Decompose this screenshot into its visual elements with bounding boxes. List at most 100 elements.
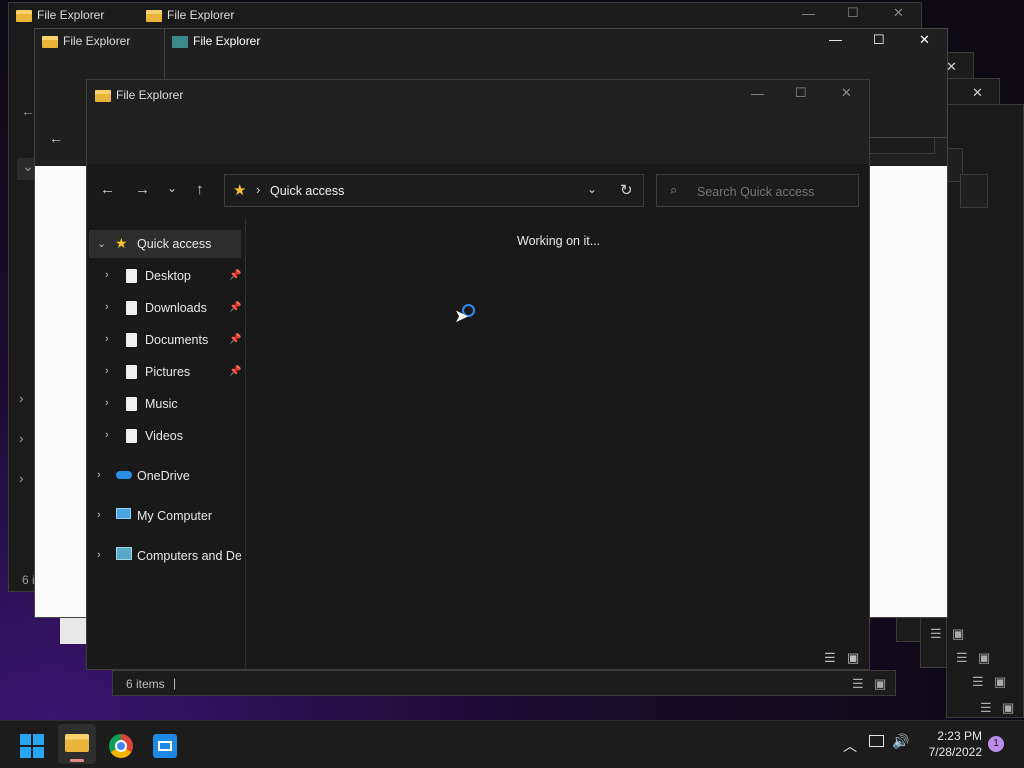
tiles-view-icon[interactable]: ▣	[994, 674, 1006, 690]
tiles-view-icon[interactable]: ▣	[874, 676, 886, 692]
sidebar-item-videos[interactable]: › Videos	[89, 422, 241, 450]
chevron-right-icon[interactable]: ›	[105, 397, 109, 409]
star-icon: ★	[115, 235, 128, 251]
volume-icon[interactable]: 🔊	[892, 733, 909, 750]
app-icon	[172, 35, 188, 48]
chevron-right-icon[interactable]: ›	[105, 429, 109, 441]
chevron-right-icon[interactable]: ›	[19, 430, 24, 446]
sidebar-item-desktop[interactable]: › Desktop 📌	[89, 262, 241, 290]
folder-icon	[65, 734, 89, 752]
tiles-view-icon[interactable]: ▣	[1002, 700, 1014, 716]
back-arrow-icon[interactable]: ←	[21, 103, 35, 119]
file-icon	[126, 333, 137, 347]
network-computers-icon	[116, 547, 132, 560]
sidebar-item-label: My Computer	[137, 509, 213, 523]
address-bar[interactable]: ★ › Quick access ⌄ ↻	[224, 174, 644, 207]
start-button[interactable]	[20, 734, 44, 758]
navigation-pane: ⌄ ★ Quick access › Desktop 📌 › Downloads…	[87, 218, 246, 669]
details-view-icon[interactable]: ☰	[980, 700, 992, 716]
cloud-icon	[116, 471, 132, 479]
search-input[interactable]	[695, 182, 854, 202]
close-icon[interactable]: ✕	[841, 85, 852, 101]
computer-icon	[116, 508, 131, 519]
sidebar-item-label: Computers and Dev	[137, 549, 241, 563]
maximize-icon[interactable]: ☐	[847, 5, 859, 21]
chevron-right-icon[interactable]: ›	[105, 365, 109, 377]
sidebar-item-downloads[interactable]: › Downloads 📌	[89, 294, 241, 322]
clock[interactable]: 2:23 PM 7/28/2022	[918, 728, 982, 760]
sidebar-item-computers-and-devices[interactable]: › Computers and Dev	[89, 542, 241, 570]
chevron-right-icon[interactable]: ›	[105, 269, 109, 281]
loading-status-text: Working on it...	[517, 234, 601, 248]
details-view-icon[interactable]: ☰	[972, 674, 984, 690]
chevron-right-icon[interactable]: ›	[105, 333, 109, 345]
sidebar-item-onedrive[interactable]: › OneDrive	[89, 462, 241, 490]
taskbar-file-explorer-button[interactable]	[58, 724, 96, 764]
breadcrumb-separator: ›	[256, 182, 261, 197]
window-title: File Explorer	[42, 34, 130, 48]
sidebar-item-pictures[interactable]: › Pictures 📌	[89, 358, 241, 386]
file-icon	[126, 397, 137, 411]
file-icon	[126, 365, 137, 379]
search-icon: ⌕	[670, 182, 678, 197]
notification-badge[interactable]: 1	[988, 736, 1004, 752]
sidebar-item-music[interactable]: › Music	[89, 390, 241, 418]
details-view-icon[interactable]: ☰	[930, 626, 942, 642]
chevron-right-icon[interactable]: ›	[97, 509, 101, 521]
maximize-icon[interactable]: ☐	[873, 32, 885, 48]
pin-icon: 📌	[229, 334, 242, 345]
network-icon[interactable]	[869, 735, 884, 747]
sidebar-item-label: Documents	[145, 333, 209, 347]
up-icon[interactable]: ↑	[196, 182, 204, 198]
title-bar: File Explorer — ☐ ✕	[87, 80, 869, 164]
background-view-toggles: ☰ ▣ ☰ ▣ ☰ ▣ ☰ ▣ ☰ ▣	[852, 624, 1024, 718]
search-box[interactable]	[960, 174, 988, 208]
chevron-right-icon[interactable]: ›	[97, 469, 101, 481]
tiles-view-icon[interactable]: ▣	[978, 650, 990, 666]
recent-locations-chevron-icon[interactable]: ⌄	[167, 180, 177, 196]
back-arrow-icon[interactable]: ←	[49, 130, 63, 146]
chevron-right-icon[interactable]: ›	[105, 301, 109, 313]
close-icon[interactable]: ✕	[893, 5, 904, 21]
window-title: File Explorer	[146, 8, 234, 22]
chevron-right-icon[interactable]: ›	[19, 390, 24, 406]
file-explorer-window[interactable]: File Explorer — ☐ ✕ ← → ⌄ ↑ ★ › Quick ac…	[86, 79, 870, 670]
sidebar-item-my-computer[interactable]: › My Computer	[89, 502, 241, 530]
breadcrumb-location[interactable]: Quick access	[270, 184, 344, 198]
close-icon[interactable]: ✕	[972, 85, 983, 101]
show-hidden-icons-chevron-icon[interactable]: ︿	[843, 736, 857, 756]
chevron-right-icon[interactable]: ›	[97, 549, 101, 561]
content-area[interactable]: Working on it... ➤	[246, 218, 868, 669]
details-view-icon[interactable]: ☰	[852, 676, 864, 692]
store-app-icon[interactable]	[153, 734, 177, 758]
tiles-view-icon[interactable]: ▣	[847, 650, 859, 666]
folder-icon	[146, 9, 162, 22]
folder-icon	[95, 89, 111, 102]
sidebar-item-label: Pictures	[145, 365, 191, 379]
address-dropdown-icon[interactable]: ⌄	[587, 182, 597, 196]
close-icon[interactable]: ✕	[919, 32, 930, 48]
chrome-icon[interactable]	[109, 734, 133, 758]
minimize-icon[interactable]: —	[829, 32, 842, 47]
sidebar-item-documents[interactable]: › Documents 📌	[89, 326, 241, 354]
details-view-icon[interactable]: ☰	[824, 650, 836, 666]
forward-icon[interactable]: →	[135, 182, 150, 198]
background-window-edge	[60, 618, 86, 644]
chevron-right-icon[interactable]: ›	[19, 470, 24, 486]
search-box[interactable]: ⌕	[656, 174, 859, 207]
window-title: File Explorer	[95, 88, 183, 102]
sidebar-item-label: Quick access	[137, 237, 212, 251]
maximize-icon[interactable]: ☐	[795, 85, 807, 101]
minimize-icon[interactable]: —	[802, 6, 815, 21]
minimize-icon[interactable]: —	[751, 86, 764, 101]
chevron-down-icon[interactable]: ⌄	[97, 237, 106, 250]
pin-icon: 📌	[229, 270, 242, 281]
tiles-view-icon[interactable]: ▣	[952, 626, 964, 642]
pin-icon: 📌	[229, 366, 242, 377]
back-icon[interactable]: ←	[100, 182, 115, 198]
file-icon	[126, 301, 137, 315]
details-view-icon[interactable]: ☰	[956, 650, 968, 666]
file-icon	[126, 269, 137, 283]
sidebar-item-quick-access[interactable]: ⌄ ★ Quick access	[89, 230, 241, 258]
refresh-icon[interactable]: ↻	[620, 181, 633, 199]
